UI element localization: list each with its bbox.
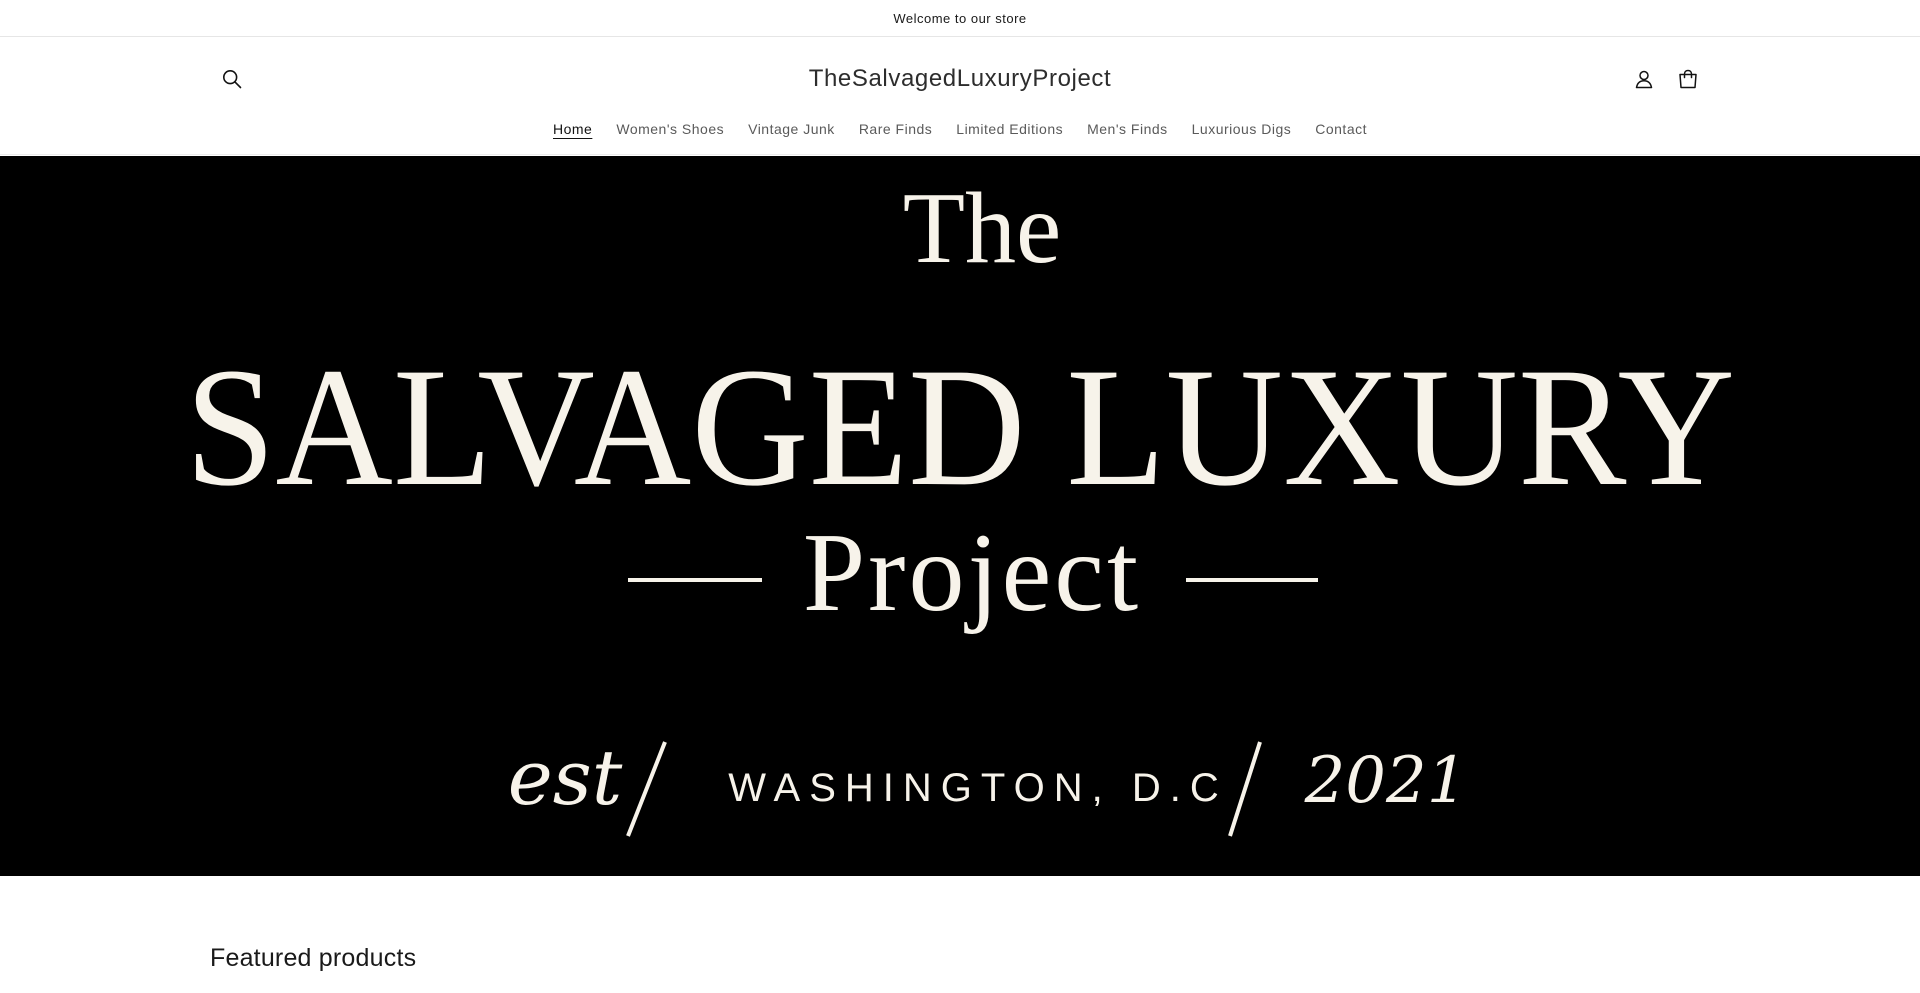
hero-line-salvaged-luxury: SALVAGED LUXURY (185, 333, 1735, 521)
search-button[interactable] (210, 57, 254, 101)
cart-button[interactable] (1666, 57, 1710, 101)
cart-icon (1679, 69, 1697, 89)
nav-item-limited-editions[interactable]: Limited Editions (956, 119, 1063, 137)
nav-item-home[interactable]: Home (553, 119, 592, 137)
hero-logo-graphic: The SALVAGED LUXURY Project est WASHINGT… (0, 156, 1920, 876)
hero-line-project: Project (803, 511, 1141, 635)
nav-item-rare-finds[interactable]: Rare Finds (859, 119, 932, 137)
nav-item-mens-finds[interactable]: Men's Finds (1087, 119, 1168, 137)
nav-item-contact[interactable]: Contact (1315, 119, 1367, 137)
announcement-bar: Welcome to our store (0, 0, 1920, 37)
hero-banner: The SALVAGED LUXURY Project est WASHINGT… (0, 156, 1920, 876)
search-icon (222, 69, 242, 89)
nav-item-womens-shoes[interactable]: Women's Shoes (616, 119, 724, 137)
header-icons (1622, 57, 1710, 101)
nav-item-vintage-junk[interactable]: Vintage Junk (748, 119, 835, 137)
hero-city: WASHINGTON, D.C (728, 766, 1227, 810)
nav-item-luxurious-digs[interactable]: Luxurious Digs (1192, 119, 1292, 137)
account-button[interactable] (1622, 57, 1666, 101)
hero-est-script: est (508, 733, 623, 822)
site-title-link[interactable]: TheSalvagedLuxuryProject (809, 65, 1112, 93)
main-nav: Home Women's Shoes Vintage Junk Rare Fin… (0, 119, 1920, 155)
hero-year-script: 2021 (1304, 744, 1468, 818)
featured-products-heading: Featured products (210, 944, 417, 972)
user-icon (1635, 70, 1653, 89)
hero-line-the: The (903, 172, 1062, 285)
announcement-text: Welcome to our store (893, 10, 1027, 26)
site-header: TheSalvagedLuxuryProject Home Women's Sh… (0, 37, 1920, 155)
